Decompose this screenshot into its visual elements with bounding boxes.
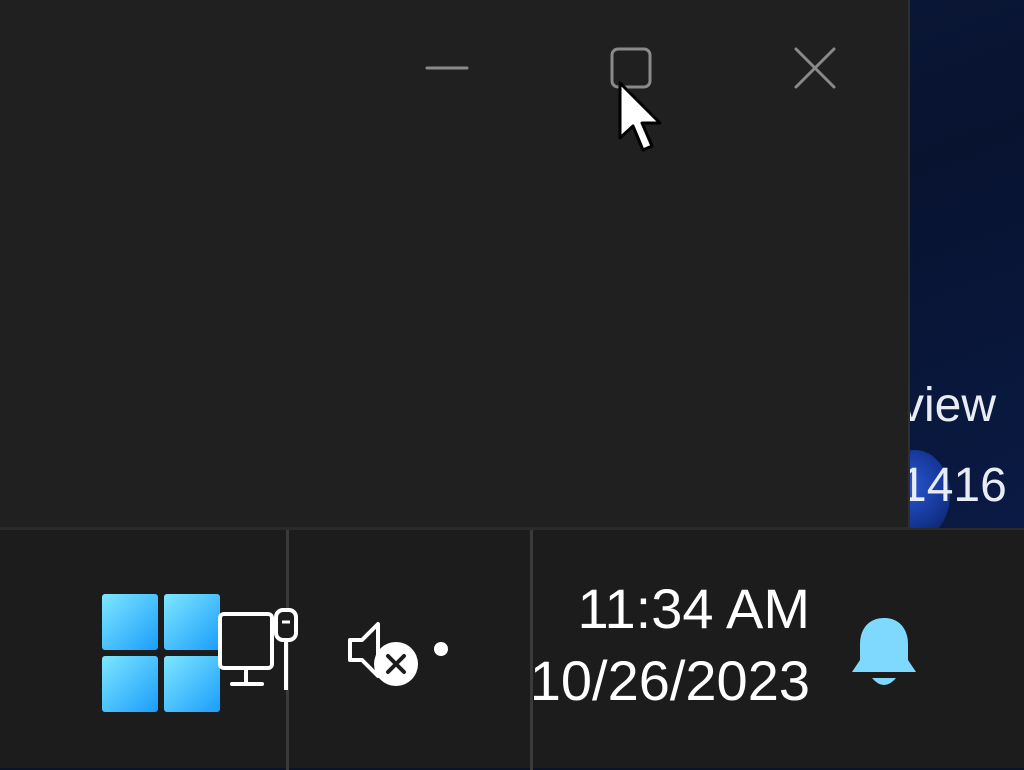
taskbar-clock[interactable]: 11:34 AM 10/26/2023 [490,576,810,720]
desktop-text-line2: 1416 [900,459,1007,512]
close-button[interactable] [750,20,880,116]
clock-date: 10/26/2023 [529,649,810,712]
desktop-text-line1: view [900,379,997,432]
tray-indicator-dot [434,642,448,656]
taskbar: 11:34 AM 10/26/2023 [0,528,1024,770]
ethernet-network-icon[interactable] [216,606,302,696]
minimize-button[interactable] [382,20,512,116]
window-titlebar[interactable] [0,0,908,130]
close-icon [794,47,836,89]
volume-muted-icon[interactable] [344,618,424,690]
minimize-icon [425,66,469,70]
mouse-pointer-icon [618,81,662,152]
app-window [0,0,910,528]
windows-logo-icon[interactable] [102,594,220,712]
clock-time: 11:34 AM [577,577,810,640]
bell-icon[interactable] [848,614,920,692]
